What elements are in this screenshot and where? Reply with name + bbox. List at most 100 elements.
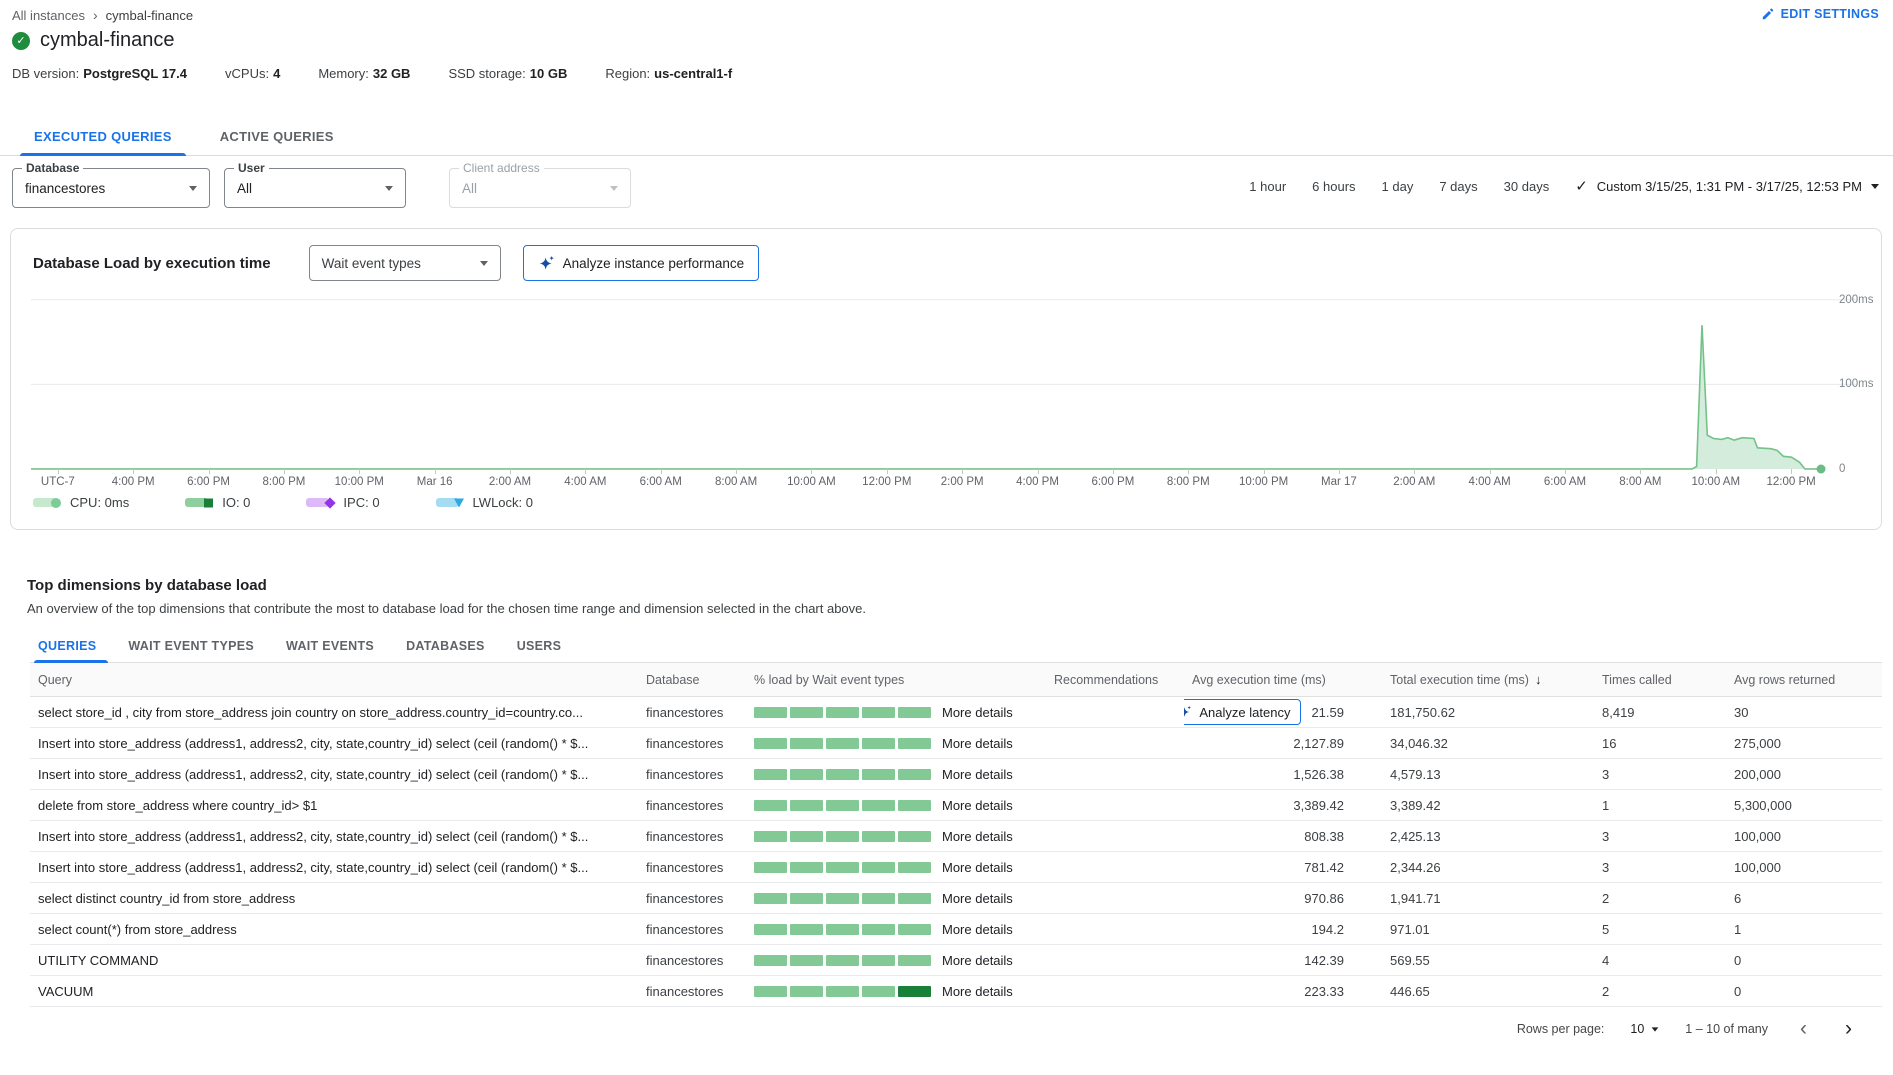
chevron-down-icon: [480, 261, 488, 266]
column-header-4[interactable]: Avg execution time (ms): [1184, 673, 1344, 687]
chart-dimension-select[interactable]: Wait event types: [309, 245, 501, 281]
next-page-button[interactable]: ›: [1839, 1019, 1858, 1039]
more-details-link[interactable]: More details: [942, 736, 1013, 751]
legend-label: LWLock: 0: [473, 495, 533, 510]
avg-execution-time-cell: Analyze latency21.59: [1184, 699, 1344, 725]
x-tick: [1188, 469, 1189, 474]
analyze-instance-performance-button[interactable]: Analyze instance performance: [523, 245, 760, 281]
total-execution-time-cell: 4,579.13: [1344, 767, 1594, 782]
rows-per-page-select[interactable]: 10: [1630, 1022, 1659, 1036]
sort-descending-icon: ↓: [1535, 672, 1542, 687]
legend-pill: [33, 498, 56, 507]
avg-execution-value: 194.2: [1311, 922, 1344, 937]
load-bar-segment: [754, 893, 787, 904]
legend-triangle-marker: [454, 498, 464, 507]
query-cell[interactable]: UTILITY COMMAND: [30, 953, 638, 968]
legend-pill: [306, 498, 329, 507]
query-cell[interactable]: Insert into store_address (address1, add…: [30, 767, 638, 782]
load-bar: [754, 769, 931, 780]
database-cell: financestores: [638, 984, 746, 999]
table-row: UTILITY COMMAND financestores More detai…: [30, 945, 1882, 976]
analyze-latency-button[interactable]: Analyze latency: [1184, 699, 1301, 725]
load-cell: More details: [746, 891, 1046, 906]
dimension-tab-queries[interactable]: QUERIES: [30, 630, 112, 662]
previous-page-button[interactable]: ‹: [1794, 1019, 1813, 1039]
load-bar-segment: [862, 986, 895, 997]
chevron-down-icon: [610, 186, 618, 191]
filter-database[interactable]: Database financestores: [12, 168, 210, 208]
pagination-bar: Rows per page: 10 1 – 10 of many ‹ ›: [30, 1009, 1882, 1049]
legend-item[interactable]: LWLock: 0: [436, 495, 533, 510]
load-bar-segment: [826, 986, 859, 997]
x-tick: [1113, 469, 1114, 474]
filter-value: All: [462, 181, 477, 196]
x-tick: [887, 469, 888, 474]
time-range-1-day[interactable]: 1 day: [1382, 179, 1414, 194]
query-cell[interactable]: select store_id , city from store_addres…: [30, 705, 638, 720]
tab-executed-queries[interactable]: EXECUTED QUERIES: [10, 118, 196, 155]
load-bar-segment: [862, 955, 895, 966]
chevron-down-icon: [1652, 1027, 1659, 1031]
x-axis-label: 12:00 PM: [1766, 476, 1815, 488]
dimension-tab-users[interactable]: USERS: [501, 630, 578, 662]
more-details-link[interactable]: More details: [942, 891, 1013, 906]
dimension-tab-databases[interactable]: DATABASES: [390, 630, 501, 662]
more-details-link[interactable]: More details: [942, 798, 1013, 813]
legend-item[interactable]: CPU: 0ms: [33, 495, 129, 510]
more-details-link[interactable]: More details: [942, 984, 1013, 999]
query-cell[interactable]: select distinct country_id from store_ad…: [30, 891, 638, 906]
column-header-1[interactable]: Database: [638, 673, 746, 687]
column-header-7[interactable]: Avg rows returned: [1726, 673, 1882, 687]
avg-execution-time-cell: 142.39: [1184, 953, 1344, 968]
more-details-link[interactable]: More details: [942, 767, 1013, 782]
time-range-custom[interactable]: ✓ Custom 3/15/25, 1:31 PM - 3/17/25, 12:…: [1575, 177, 1879, 195]
more-details-link[interactable]: More details: [942, 705, 1013, 720]
column-header-0[interactable]: Query: [30, 673, 638, 687]
load-bar-segment: [790, 955, 823, 966]
tab-active-queries[interactable]: ACTIVE QUERIES: [196, 118, 358, 155]
breadcrumb-parent[interactable]: All instances: [12, 8, 85, 23]
avg-rows-returned-cell: 275,000: [1726, 736, 1882, 751]
table-row: VACUUM financestores More details 223.33…: [30, 976, 1882, 1007]
filter-user[interactable]: User All: [224, 168, 406, 208]
avg-execution-value: 970.86: [1304, 891, 1344, 906]
x-axis-label: 4:00 PM: [112, 476, 155, 488]
column-header-3[interactable]: Recommendations: [1046, 673, 1184, 687]
legend-item[interactable]: IO: 0: [185, 495, 250, 510]
time-range-1-hour[interactable]: 1 hour: [1249, 179, 1286, 194]
query-cell[interactable]: select count(*) from store_address: [30, 922, 638, 937]
avg-rows-returned-cell: 1: [1726, 922, 1882, 937]
edit-settings-label: EDIT SETTINGS: [1781, 7, 1879, 21]
x-tick: [585, 469, 586, 474]
x-axis-label: 10:00 PM: [335, 476, 384, 488]
query-cell[interactable]: Insert into store_address (address1, add…: [30, 736, 638, 751]
load-bar-segment: [754, 924, 787, 935]
query-cell[interactable]: delete from store_address where country_…: [30, 798, 638, 813]
column-header-5[interactable]: Total execution time (ms)↓: [1344, 672, 1594, 687]
legend-item[interactable]: IPC: 0: [306, 495, 379, 510]
load-bar-segment: [754, 955, 787, 966]
time-range-6-hours[interactable]: 6 hours: [1312, 179, 1355, 194]
table-row: Insert into store_address (address1, add…: [30, 821, 1882, 852]
time-range-7-days[interactable]: 7 days: [1439, 179, 1477, 194]
more-details-link[interactable]: More details: [942, 829, 1013, 844]
chevron-down-icon: [189, 186, 197, 191]
load-bar: [754, 986, 931, 997]
time-range-30-days[interactable]: 30 days: [1504, 179, 1550, 194]
edit-settings-button[interactable]: EDIT SETTINGS: [1761, 7, 1879, 21]
dimension-tab-wait-event-types[interactable]: WAIT EVENT TYPES: [112, 630, 270, 662]
spark-icon: [538, 255, 555, 272]
filter-bar: Database financestores User All Client a…: [0, 166, 1193, 210]
dimension-tab-wait-events[interactable]: WAIT EVENTS: [270, 630, 390, 662]
more-details-link[interactable]: More details: [942, 860, 1013, 875]
column-header-2[interactable]: % load by Wait event types: [746, 673, 1046, 687]
more-details-link[interactable]: More details: [942, 922, 1013, 937]
more-details-link[interactable]: More details: [942, 953, 1013, 968]
column-header-6[interactable]: Times called: [1594, 673, 1726, 687]
query-cell[interactable]: Insert into store_address (address1, add…: [30, 829, 638, 844]
query-cell[interactable]: VACUUM: [30, 984, 638, 999]
total-execution-time-cell: 3,389.42: [1344, 798, 1594, 813]
x-axis-label: Mar 16: [417, 476, 453, 488]
query-cell[interactable]: Insert into store_address (address1, add…: [30, 860, 638, 875]
load-bar-segment: [790, 924, 823, 935]
